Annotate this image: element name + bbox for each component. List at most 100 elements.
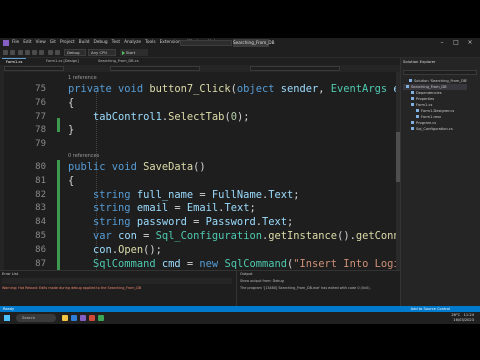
solution-tree-item[interactable]: Sql_Configuration.cs (403, 126, 467, 132)
tree-item-label: Solution 'Searching_From_DB' (414, 79, 468, 83)
line-number: 83 (35, 203, 46, 214)
code-token: = (199, 188, 212, 201)
code-token: string (93, 202, 137, 215)
document-tab[interactable]: Searching_From_DB.cs (94, 58, 143, 65)
file-icon (411, 127, 414, 130)
tree-item-label: Form1.Designer.cs (421, 109, 455, 113)
code-text: 0 references (68, 152, 100, 159)
navigation-bar (0, 65, 400, 72)
output-panel: Output Show output from: Debug The progr… (238, 271, 400, 307)
clock-time: 11:24 (463, 313, 474, 317)
member-dropdown[interactable] (250, 66, 340, 71)
tree-item-label: Form1.resx (421, 115, 442, 119)
code-token: Text (224, 202, 250, 215)
taskbar-search[interactable]: Search (16, 314, 56, 322)
tree-item-label: Form1.cs (416, 103, 433, 107)
menu-item[interactable]: Tools (145, 39, 156, 47)
menu-item[interactable]: View (36, 39, 46, 47)
error-row[interactable]: Warning: Hot Reload: Edits made during d… (2, 286, 141, 290)
code-token: (); (143, 243, 162, 256)
code-token: = (174, 202, 187, 215)
forward-icon[interactable] (10, 50, 15, 55)
code-token: SaveData (143, 160, 194, 173)
code-token: var (93, 229, 119, 242)
code-token: = (186, 257, 200, 270)
code-token: ; (287, 216, 294, 229)
code-text: con.Open(); (68, 244, 162, 258)
tree-item-label: Program.cs (416, 121, 437, 125)
line-number: 77 (35, 111, 46, 122)
menu-item[interactable]: Debug (93, 39, 107, 47)
close-icon[interactable]: × (464, 39, 476, 47)
menu-item[interactable]: Test (112, 39, 120, 47)
title-bar: File Edit View Git Project Build Debug Test Anal… (0, 38, 480, 48)
code-token: cmd (161, 257, 187, 270)
code-token: string (93, 188, 137, 201)
search-input[interactable] (180, 40, 232, 46)
code-token: sender (280, 83, 319, 95)
windows-taskbar: Search 26°C 11:24 16/03/2023 (0, 312, 480, 324)
project-dropdown[interactable] (4, 66, 64, 71)
platform-dropdown[interactable]: Any CPU (88, 49, 116, 56)
new-item-icon[interactable] (18, 50, 23, 55)
file-explorer-icon[interactable] (62, 315, 68, 321)
file-icon (411, 103, 414, 106)
code-text: private void button7_Click(object sender… (68, 83, 400, 97)
menu-item[interactable]: File (12, 39, 19, 47)
code-editor[interactable]: 1 reference 75 private void button7_Click(… (0, 72, 400, 302)
code-token: FullName (211, 188, 262, 201)
panel-title: Output (240, 272, 253, 276)
menu-item[interactable]: Project (60, 39, 75, 47)
system-tray[interactable]: 26°C 11:24 16/03/2023 (451, 313, 474, 323)
visual-studio-window: File Edit View Git Project Build Debug Test Anal… (0, 38, 480, 324)
tree-item-label: Properties (416, 97, 435, 101)
error-list-toolbar[interactable] (2, 278, 232, 284)
file-icon (406, 85, 409, 88)
undo-icon[interactable] (48, 50, 53, 55)
type-dropdown[interactable] (110, 66, 200, 71)
minimize-icon[interactable]: – (436, 39, 448, 47)
code-token: getInstance (268, 229, 338, 242)
code-token: Password (205, 216, 256, 229)
file-icon (411, 91, 414, 94)
file-icon (416, 109, 419, 112)
menu-item[interactable]: Git (50, 39, 56, 47)
menu-item[interactable]: Build (79, 39, 90, 47)
code-text: string password = Password.Text; (68, 216, 293, 230)
open-icon[interactable] (25, 50, 30, 55)
code-token: = (143, 229, 156, 242)
code-token: void (111, 160, 144, 173)
windows-start-icon[interactable] (4, 315, 10, 321)
edge-icon[interactable] (71, 315, 77, 321)
menu-item[interactable]: Analyze (124, 39, 141, 47)
code-token: Email (186, 202, 219, 215)
app-icon[interactable] (89, 315, 95, 321)
app-icon[interactable] (98, 315, 104, 321)
code-text: { (68, 175, 74, 189)
code-token: void (118, 83, 150, 95)
line-number: 84 (35, 217, 46, 228)
code-text: } (68, 124, 74, 138)
code-token: public (68, 160, 112, 173)
maximize-icon[interactable]: □ (450, 39, 462, 47)
document-tab[interactable]: Form1.cs (2, 58, 27, 65)
change-indicator (57, 118, 60, 132)
solution-tree: Solution 'Searching_From_DB' Searching_Fr… (403, 78, 468, 132)
redo-icon[interactable] (55, 50, 60, 55)
start-button[interactable]: Start (120, 49, 148, 56)
tree-item-label: Sql_Configuration.cs (416, 127, 453, 131)
document-tab[interactable]: Form1.cs [Design] (42, 58, 83, 65)
back-icon[interactable] (3, 50, 8, 55)
configuration-dropdown[interactable]: Debug (64, 49, 86, 56)
menu-item[interactable]: Edit (23, 39, 31, 47)
output-source[interactable]: Show output from: Debug (240, 279, 284, 283)
visual-studio-icon[interactable] (80, 315, 86, 321)
save-icon[interactable] (32, 50, 37, 55)
solution-search-input[interactable] (403, 70, 477, 75)
solution-name-badge: Searching_From_DB (233, 39, 275, 47)
save-all-icon[interactable] (39, 50, 44, 55)
code-token: string (93, 216, 137, 229)
